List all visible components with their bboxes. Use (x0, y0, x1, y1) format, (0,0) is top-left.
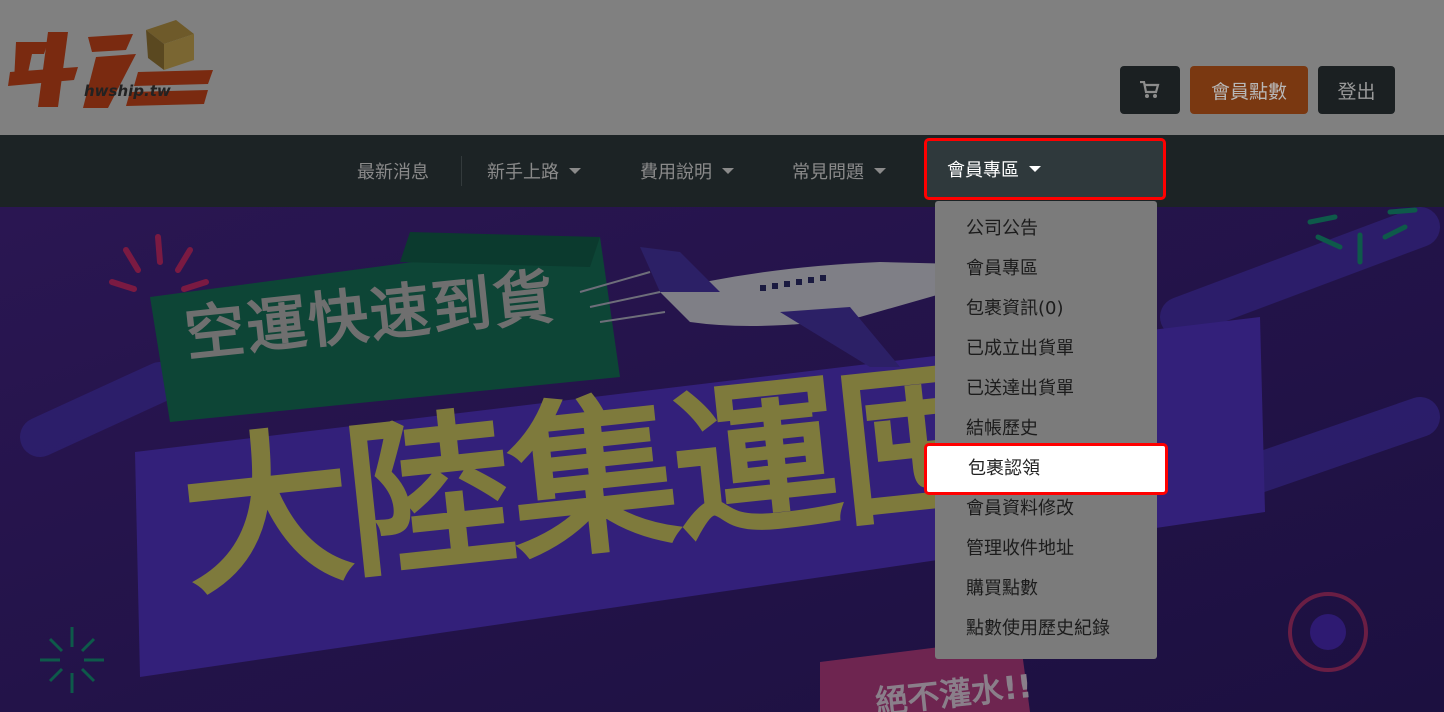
dropdown-item-member-area[interactable]: 會員專區 (966, 257, 1038, 281)
site-logo[interactable]: hwship.tw (8, 12, 218, 117)
logo-graphic (8, 20, 213, 108)
logout-button[interactable]: 登出 (1318, 66, 1395, 114)
nav-item-label: 會員專區 (947, 160, 1019, 181)
dropdown-item-announcements[interactable]: 公司公告 (966, 217, 1038, 241)
nav-item-label: 最新消息 (357, 162, 429, 183)
chevron-down-icon (874, 168, 886, 174)
main-nav: 最新消息 新手上路 費用說明 常見問題 會員專區 (0, 135, 1444, 207)
nav-item-label: 費用說明 (640, 162, 712, 183)
nav-item-label: 常見問題 (792, 162, 864, 183)
cart-icon (1140, 81, 1160, 98)
dropdown-item-manage-addresses[interactable]: 管理收件地址 (966, 537, 1074, 561)
dropdown-item-package-info[interactable]: 包裹資訊(0) (966, 297, 1064, 321)
dropdown-item-edit-profile[interactable]: 會員資料修改 (966, 497, 1074, 521)
nav-divider (461, 156, 462, 186)
nav-item-fees[interactable]: 費用說明 (640, 135, 734, 207)
site-header: hwship.tw 會員點數 登出 (0, 0, 1444, 135)
chevron-down-icon (1029, 166, 1041, 172)
nav-item-member-area[interactable]: 會員專區 (924, 138, 1166, 200)
nav-item-faq[interactable]: 常見問題 (792, 135, 886, 207)
nav-item-label: 新手上路 (487, 162, 559, 183)
chevron-down-icon (722, 168, 734, 174)
dropdown-item-buy-points[interactable]: 購買點數 (966, 577, 1038, 601)
hero-banner[interactable]: 空運快速到貨 大陸集運囤 絕不灌水!! (0, 207, 1444, 712)
chevron-down-icon (569, 168, 581, 174)
member-area-dropdown: 公司公告 會員專區 包裹資訊(0) 已成立出貨單 已送達出貨單 結帳歷史 包裹認… (924, 201, 1168, 659)
dropdown-item-package-claim[interactable]: 包裹認領 (924, 443, 1168, 495)
dropdown-item-delivered-shipments[interactable]: 已送達出貨單 (966, 377, 1074, 401)
nav-item-news[interactable]: 最新消息 (357, 135, 429, 207)
dropdown-item-billing-history[interactable]: 結帳歷史 (966, 417, 1038, 441)
cart-button[interactable] (1120, 66, 1180, 114)
dropdown-item-points-history[interactable]: 點數使用歷史紀錄 (966, 617, 1110, 641)
nav-item-beginner[interactable]: 新手上路 (487, 135, 581, 207)
logo-tagline: hwship.tw (84, 82, 171, 100)
dropdown-item-created-shipments[interactable]: 已成立出貨單 (966, 337, 1074, 361)
member-points-button[interactable]: 會員點數 (1190, 66, 1308, 114)
